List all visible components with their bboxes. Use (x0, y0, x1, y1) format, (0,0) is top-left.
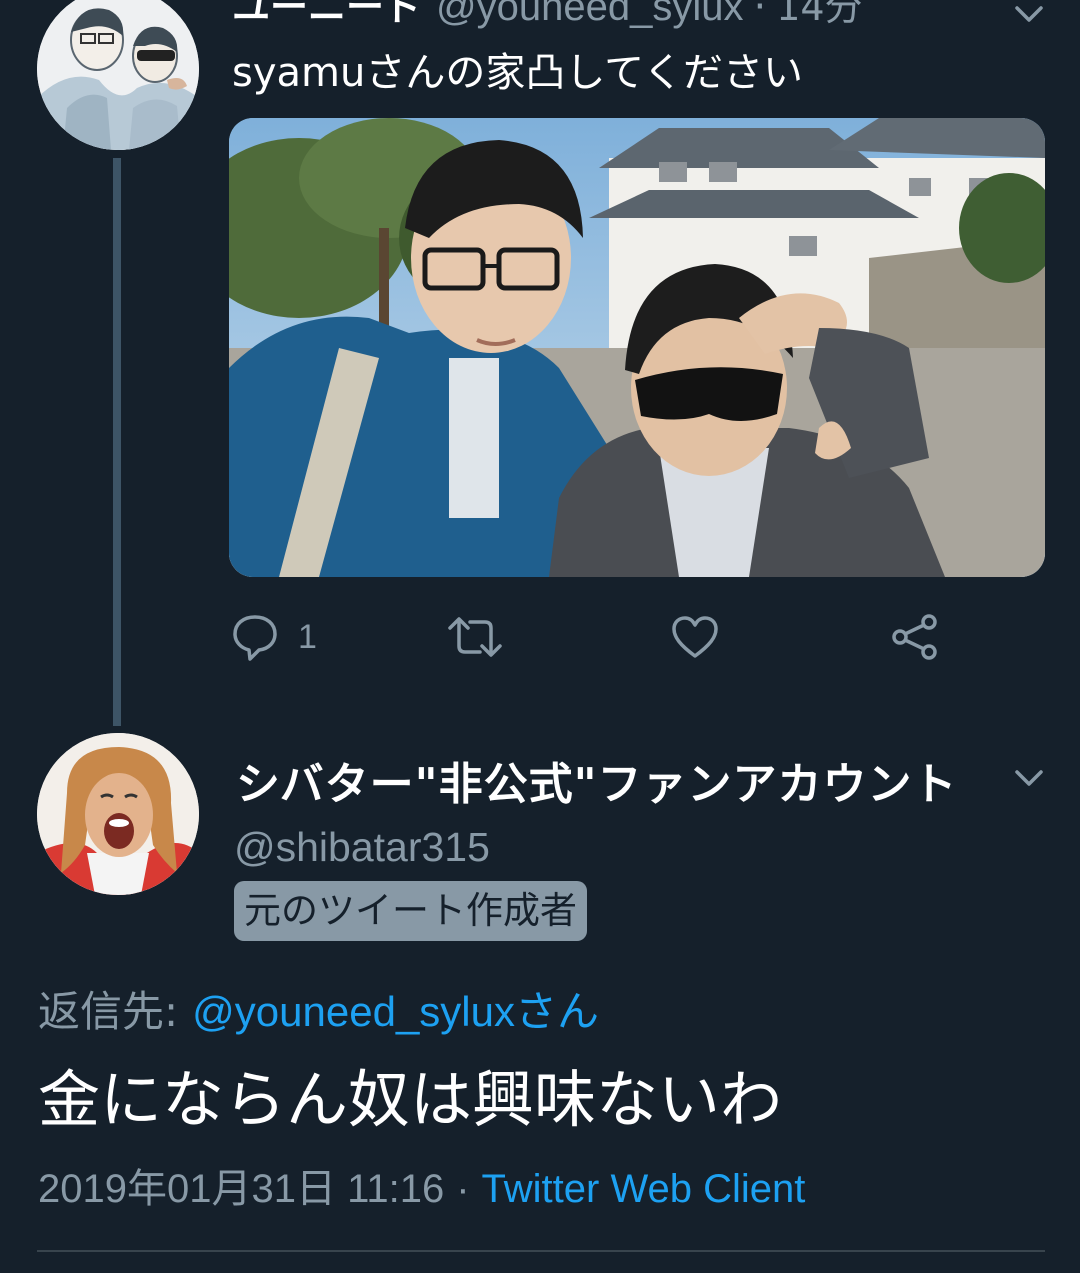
tweet-meta: 2019年01月31日 11:16 · Twitter Web Client (38, 1162, 805, 1216)
user-avatar-illustration-icon (37, 0, 199, 150)
reply-to-user-link[interactable]: @youneed_syluxさん (192, 988, 599, 1035)
focused-tweet-text: 金にならん奴は興味ないわ (38, 1063, 783, 1136)
reply-icon (233, 615, 277, 661)
like-button[interactable] (670, 612, 720, 662)
reply-to-prefix: 返信先: (38, 987, 179, 1036)
focused-author-name[interactable]: シバター"非公式"ファンアカウント (236, 755, 958, 815)
divider (37, 1250, 1045, 1252)
parent-tweet-actions: 1 (0, 612, 1080, 662)
user-avatar-photo-icon (37, 733, 199, 895)
chevron-down-icon[interactable] (1014, 768, 1044, 788)
photo-two-men-castle-icon (229, 118, 1045, 577)
share-icon (892, 614, 937, 660)
chevron-down-icon[interactable] (1014, 4, 1044, 24)
header-separator: · (753, 0, 767, 30)
focused-tweet-avatar[interactable] (37, 733, 199, 895)
focused-author-handle[interactable]: @shibatar315 (234, 820, 490, 874)
retweet-icon (448, 617, 502, 657)
tweet-timestamp[interactable]: 2019年01月31日 11:16 (38, 1167, 444, 1211)
parent-author-name[interactable]: ユーニード (232, 0, 422, 36)
parent-author-handle[interactable]: @youneed_sylux (436, 0, 743, 36)
parent-tweet-text: syamuさんの家凸してください (232, 50, 803, 96)
parent-tweet-avatar[interactable] (37, 0, 199, 150)
reply-button[interactable]: 1 (230, 612, 317, 662)
retweet-button[interactable] (446, 612, 504, 662)
parent-tweet-media[interactable] (229, 118, 1045, 577)
reply-count: 1 (298, 617, 317, 656)
tweet-client-link[interactable]: Twitter Web Client (482, 1167, 806, 1211)
meta-separator: · (456, 1167, 470, 1211)
heart-icon (672, 616, 718, 658)
parent-tweet-time[interactable]: 14分 (776, 0, 862, 36)
parent-tweet-header: ユーニード @youneed_sylux · 14分 (232, 0, 863, 36)
original-author-badge: 元のツイート作成者 (234, 881, 587, 941)
share-button[interactable] (890, 612, 940, 662)
reply-to-line: 返信先: @youneed_syluxさん (38, 984, 599, 1040)
